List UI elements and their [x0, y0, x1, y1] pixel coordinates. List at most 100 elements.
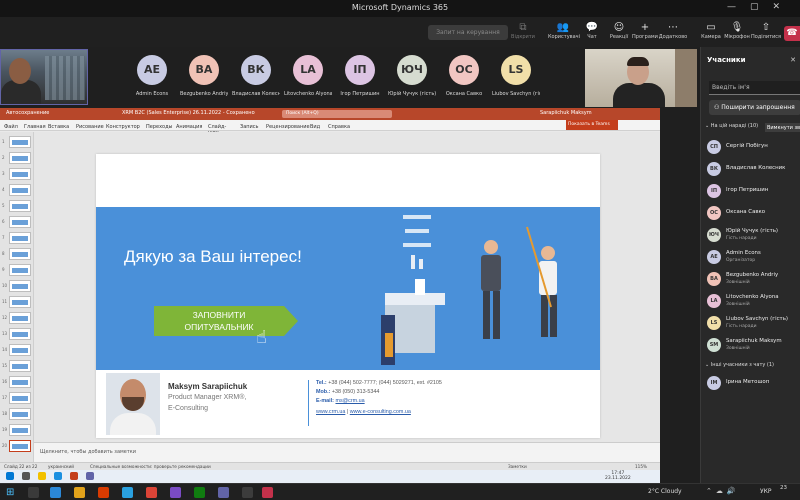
slide-thumbnail[interactable]: 17 [2, 392, 31, 404]
slide-thumbnail[interactable]: 8 [2, 248, 31, 260]
ribbon-tab[interactable]: Файл [4, 124, 18, 130]
search-icon[interactable] [22, 472, 30, 480]
site-link-crm[interactable]: www.crm.ua [316, 409, 345, 415]
ribbon-tab[interactable]: Справка [328, 124, 350, 130]
status-accessibility[interactable]: Специальные возможности: проверьте реком… [90, 464, 211, 469]
avatar-tile[interactable]: LS Liubov Savchyn (гість) [492, 55, 540, 97]
slide-thumbnail[interactable]: 12 [2, 312, 31, 324]
close-icon[interactable]: ✕ [790, 56, 796, 64]
present-in-teams-button[interactable]: Показать в Teams [566, 120, 618, 130]
current-slide[interactable]: Дякую за Ваш інтерес! ЗАПОВНИТИ ОПИТУВАЛ… [96, 154, 600, 438]
slide-thumbnail[interactable]: 5 [2, 200, 31, 212]
participant-video-tile[interactable] [585, 49, 697, 107]
slide-thumbnail[interactable]: 7 [2, 232, 31, 244]
email-link[interactable]: ms@crm.ua [335, 398, 364, 404]
participant-row[interactable]: IM Ірина Метошоп [707, 375, 800, 391]
participant-row[interactable]: ЮЧ Юрій Чучук (гість) Гість наради [707, 227, 800, 243]
app-icon-3[interactable] [170, 487, 181, 498]
slide-thumbnail[interactable]: 16 [2, 376, 31, 388]
slide-thumbnail[interactable]: 18 [2, 408, 31, 420]
participant-row[interactable]: AE Admin Econs Організатор [707, 249, 800, 265]
participant-row[interactable]: ОС Оксана Савко [707, 205, 800, 221]
others-section[interactable]: ⌄ Інші учасники з чату (1) [705, 362, 774, 368]
site-link-econsulting[interactable]: www.e-consulting.com.ua [350, 409, 411, 415]
pp-user[interactable]: Sarapiichuk Maksym [540, 110, 592, 116]
slide-thumbnail[interactable]: 11 [2, 296, 31, 308]
slide-thumbnail[interactable]: 14 [2, 344, 31, 356]
ribbon-tab[interactable]: Рецензирование [266, 124, 310, 130]
system-tray[interactable]: ⌃☁🔊 [706, 487, 740, 495]
app-icon-5[interactable] [242, 487, 253, 498]
edge-icon[interactable] [50, 487, 61, 498]
avatar-tile[interactable]: AE Admin Econs [128, 55, 176, 97]
participant-row[interactable]: SM Sarapiichuk Maksym Зовнішній [707, 337, 800, 353]
teams-icon[interactable] [218, 487, 229, 498]
participant-row[interactable]: BA Bezgubenko Andriy Зовнішній [707, 271, 800, 287]
participant-row[interactable]: ІП Ігор Петришин [707, 183, 800, 199]
slide-thumbnail[interactable]: 2 [2, 152, 31, 164]
powerpoint-icon[interactable] [70, 472, 78, 480]
slide-thumbnail[interactable]: 10 [2, 280, 31, 292]
ribbon-tab[interactable]: Вставка [48, 124, 69, 130]
ribbon-tab[interactable]: Запись [240, 124, 258, 130]
slide-thumbnail[interactable]: 9 [2, 264, 31, 276]
self-video-tile[interactable] [0, 49, 88, 105]
request-control-button[interactable]: Запит на керування [428, 25, 508, 40]
weather-widget[interactable]: 2°C Cloudy [648, 488, 682, 495]
avatar-tile[interactable]: LA Litovchenko Alyona [284, 55, 332, 97]
teams-icon[interactable] [86, 472, 94, 480]
app-icon-4[interactable] [194, 487, 205, 498]
share-invite-button[interactable]: ⚇ Поширити запрошення [709, 100, 800, 115]
toolbar-share[interactable]: ⇧ Поділитися [751, 21, 781, 40]
toolbar-mic[interactable]: 🎙 Мікрофон [722, 21, 752, 40]
participant-row[interactable]: LA Litovchenko Alyona Зовнішній [707, 293, 800, 309]
ribbon-tab[interactable]: Конструктор [106, 124, 140, 130]
slide-thumbnail[interactable]: 6 [2, 216, 31, 228]
search-icon[interactable] [28, 487, 39, 498]
participant-row[interactable]: LS Liubov Savchyn (гість) Гість наради [707, 315, 800, 331]
clock[interactable]: 23 [780, 485, 787, 491]
participant-row[interactable]: СП Сергій Побігун [707, 139, 800, 155]
avatar-tile[interactable]: ВК Владислав Колесник [232, 55, 280, 97]
notes-pane[interactable]: Щелкните, чтобы добавить заметки [34, 442, 660, 462]
app-icon-2[interactable] [146, 487, 157, 498]
autosave-toggle[interactable]: Автосохранение [6, 110, 49, 116]
app-icon-1[interactable] [122, 487, 133, 498]
ribbon-tab[interactable]: Главная [24, 124, 46, 130]
pp-search-input[interactable]: Поиск (Alt+Q) [282, 110, 392, 118]
ribbon-tab[interactable]: Вид [310, 124, 320, 130]
folder-icon[interactable] [74, 487, 85, 498]
mute-all-button[interactable]: Вимкнути звук усім [765, 123, 800, 132]
ribbon-tab[interactable]: Анимация [176, 124, 202, 130]
toolbar-apps[interactable]: + Програми [630, 21, 660, 40]
folder-icon[interactable] [38, 472, 46, 480]
status-zoom[interactable]: 115% [635, 464, 647, 469]
slide-thumbnail[interactable]: 19 [2, 424, 31, 436]
participant-search-input[interactable]: Введіть ім'я [709, 81, 800, 95]
leave-call-button[interactable]: ☎ [784, 26, 800, 41]
slide-thumbnail[interactable]: 13 [2, 328, 31, 340]
toolbar-people[interactable]: 👥 Користувачі [548, 21, 580, 40]
toolbar-open-window[interactable]: ⧉ Відкрити [508, 21, 538, 40]
toolbar-chat[interactable]: 💬 Чат [577, 21, 607, 40]
slide-thumbnail[interactable]: 3 [2, 168, 31, 180]
language-indicator[interactable]: УКР [760, 488, 772, 495]
avatar-tile[interactable]: ІП Ігор Петришин [336, 55, 384, 97]
windows-start-icon[interactable]: ⊞ [6, 487, 14, 498]
slide-thumbnail[interactable]: 1 [2, 136, 31, 148]
ribbon-tab[interactable]: Переходы [146, 124, 173, 130]
slide-thumbnail[interactable]: 4 [2, 184, 31, 196]
slide-thumbnail[interactable]: 20 [2, 440, 31, 452]
avatar-tile[interactable]: ЮЧ Юрій Чучук (гість) [388, 55, 436, 97]
avatar-tile[interactable]: BA Bezgubenko Andriy [180, 55, 228, 97]
status-notes-button[interactable]: Заметки [508, 464, 527, 469]
chrome-icon[interactable] [98, 487, 109, 498]
slide-thumbnail[interactable]: 15 [2, 360, 31, 372]
toolbar-more[interactable]: ⋯ Додатково [658, 21, 688, 40]
app-icon-6[interactable] [262, 487, 273, 498]
ribbon-tab[interactable]: Рисование [76, 124, 104, 130]
browser-icon[interactable] [54, 472, 62, 480]
window-controls[interactable]: —▢✕ [727, 2, 794, 12]
start-icon[interactable] [6, 472, 14, 480]
in-meeting-section[interactable]: ⌄ На цій нараді (10) [705, 123, 758, 129]
